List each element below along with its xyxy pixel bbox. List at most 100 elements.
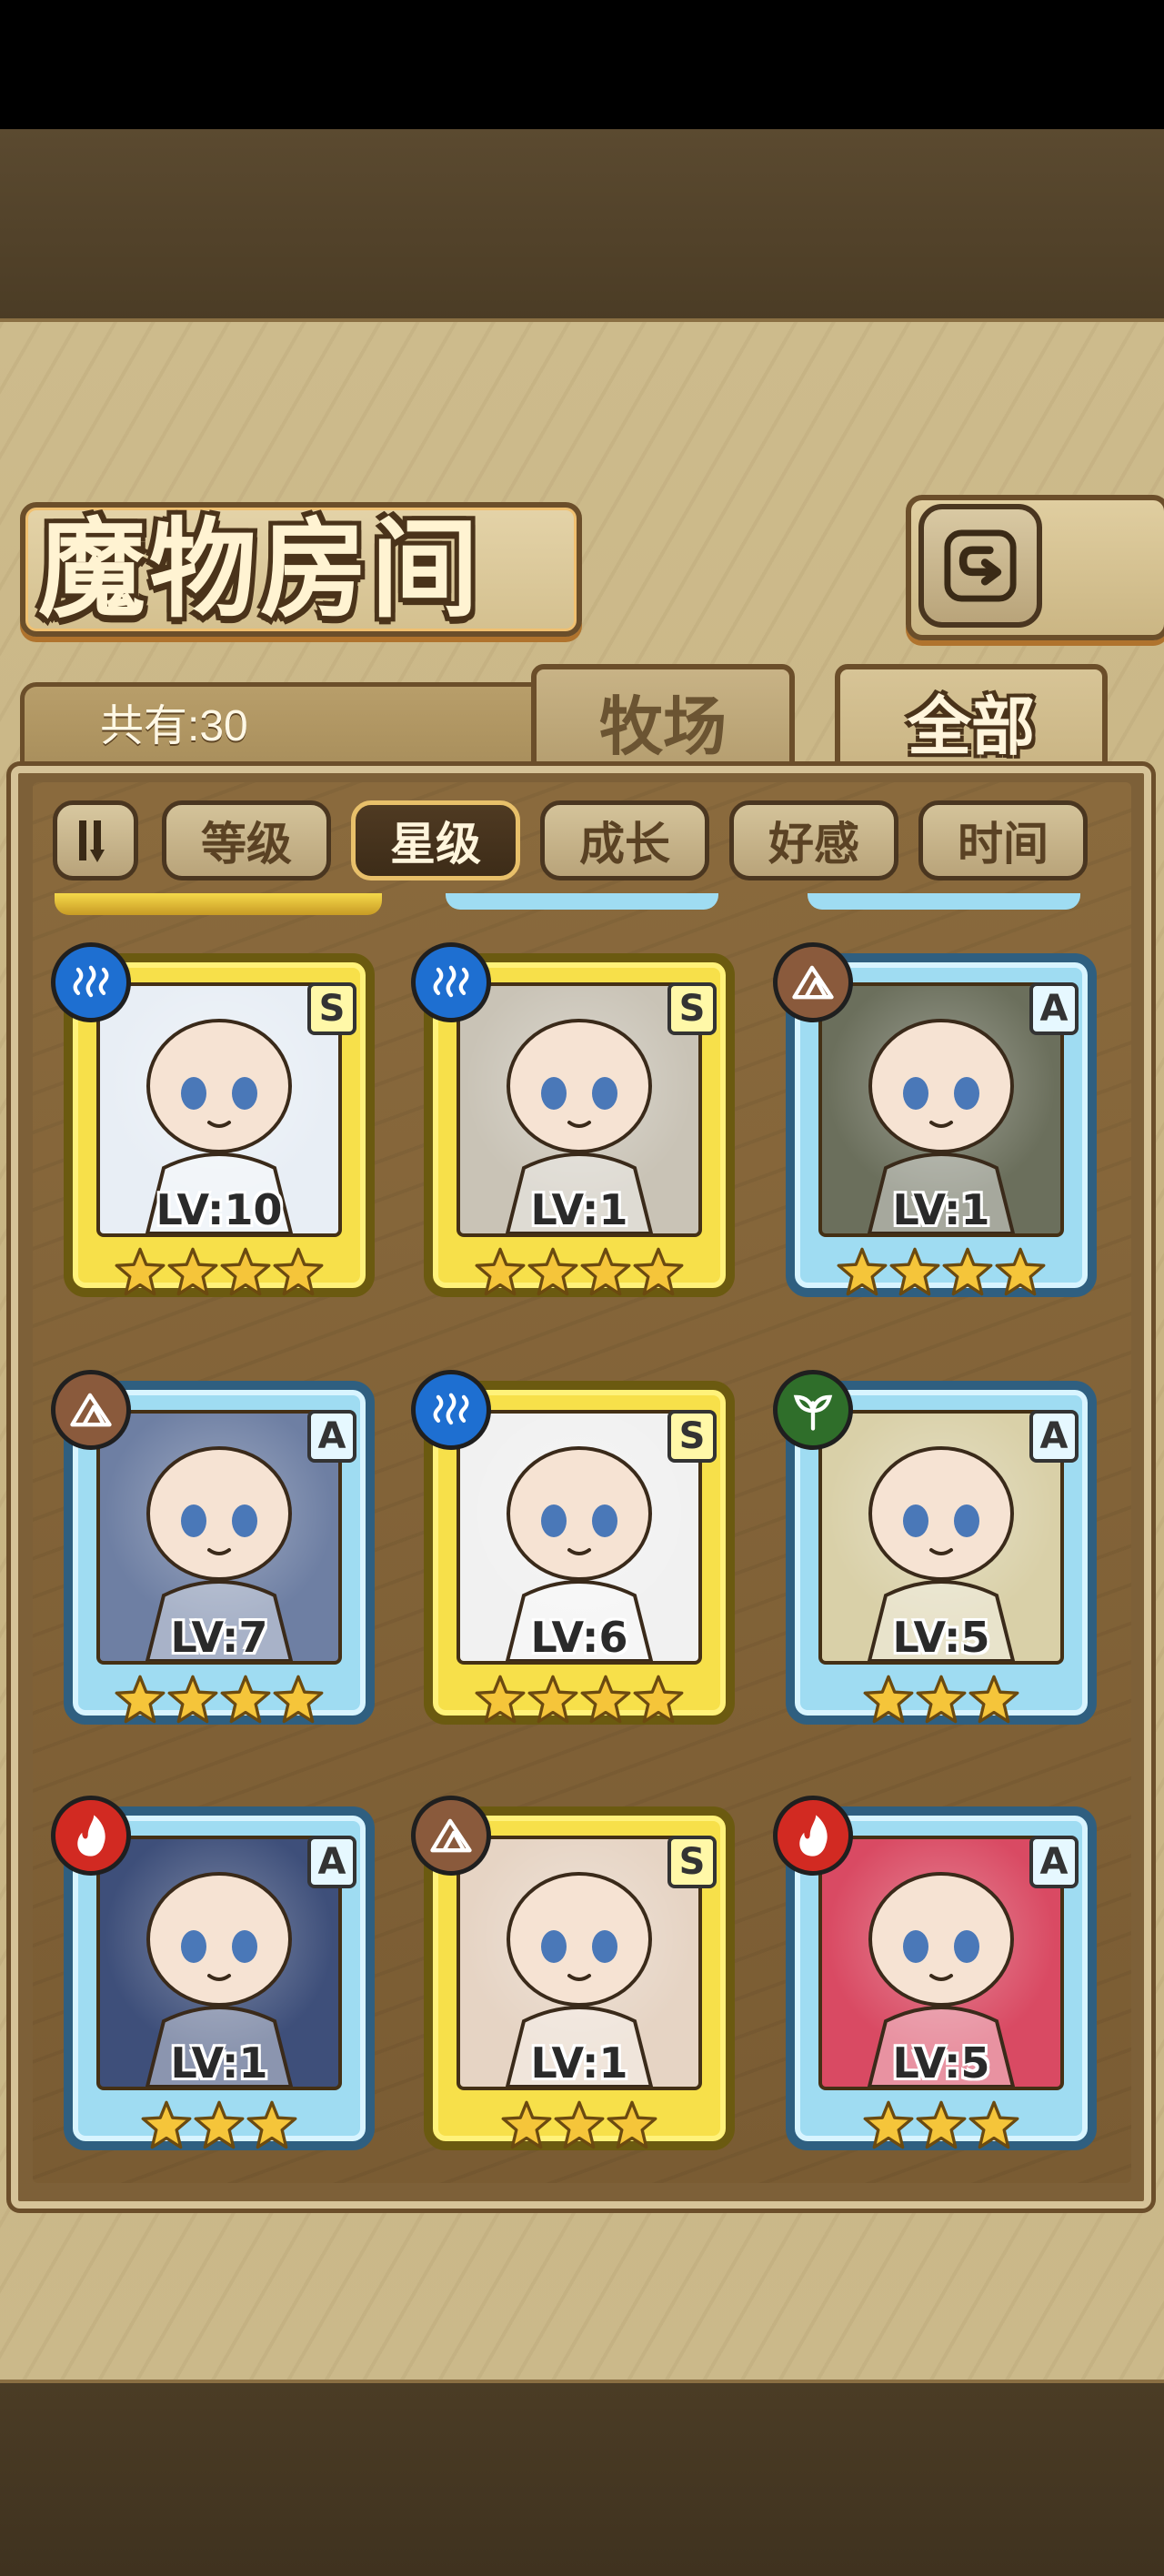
star-icon [580,1675,631,1724]
return-arrow-icon [944,529,1017,602]
star-icon [220,1675,271,1724]
star-icon [475,1675,526,1724]
rank-badge: A [1029,1410,1079,1463]
tab-ranch[interactable]: 牧场 [531,664,795,779]
monster-card[interactable]: LV:1 S [411,1790,738,2172]
collection-count: 共有:30 [100,702,248,750]
rank-badge: A [307,1410,356,1463]
star-icon [115,1675,166,1724]
star-icon [167,1675,218,1724]
star-icon [554,2100,605,2149]
element-badge [773,942,853,1022]
star-icon [220,1247,271,1296]
star-icon [633,1247,684,1296]
star-rating [78,1246,360,1310]
monster-card[interactable]: LV:1 A [773,937,1100,1319]
star-icon [916,2100,967,2149]
sort-by-level-button[interactable]: 等级 [162,800,331,880]
previous-row-card-edge [446,893,718,910]
element-badge [773,1370,853,1450]
rank-badge: S [667,1836,717,1888]
star-icon [273,1247,324,1296]
element-badge [411,942,491,1022]
star-icon [607,2100,657,2149]
rank-badge: S [667,982,717,1035]
star-rating [800,1246,1082,1310]
star-icon [141,2100,192,2149]
star-icon [633,1675,684,1724]
rank-badge: A [307,1836,356,1888]
star-icon [527,1675,578,1724]
monster-card[interactable]: LV:1 A [51,1790,378,2172]
star-icon [194,2100,245,2149]
monster-level: LV:5 [892,1613,990,1662]
rank-badge: A [1029,982,1079,1035]
star-icon [968,1675,1019,1724]
element-badge [773,1796,853,1876]
star-icon [246,2100,297,2149]
rank-badge: A [1029,1836,1079,1888]
star-icon [968,2100,1019,2149]
earth-element-icon [430,1818,472,1853]
background-band-top [0,129,1164,320]
sort-order-toggle-icon [79,820,105,862]
fire-element-icon [77,1815,105,1857]
back-button[interactable] [918,504,1042,628]
element-badge [411,1796,491,1876]
monster-level: LV:1 [530,1185,628,1234]
previous-row-card-edge [808,893,1080,910]
sort-by-affection-button[interactable]: 好感 [729,800,898,880]
star-icon [501,2100,552,2149]
monster-card[interactable]: LV:5 A [773,1790,1100,2172]
star-icon [889,1247,940,1296]
star-rating [438,1674,720,1737]
monster-level: LV:1 [170,2038,268,2088]
rank-badge: S [307,982,356,1035]
sort-by-stars-button[interactable]: 星级 [351,800,520,880]
star-icon [527,1247,578,1296]
star-rating [78,1674,360,1737]
tab-all[interactable]: 全部 [835,664,1108,779]
star-rating [800,2099,1082,2163]
previous-row-card-edge [55,893,382,915]
star-icon [115,1247,166,1296]
element-badge [411,1370,491,1450]
monster-card[interactable]: LV:6 S [411,1364,738,1746]
monster-card[interactable]: LV:7 A [51,1364,378,1746]
monster-level: LV:10 [156,1185,283,1234]
star-icon [580,1247,631,1296]
background-band-bottom [0,2383,1164,2576]
star-icon [916,1675,967,1724]
sort-by-time-button[interactable]: 时间 [918,800,1088,880]
page-title: 魔物房间 [38,506,483,632]
monster-level: LV:1 [530,2038,628,2088]
sort-by-growth-button[interactable]: 成长 [540,800,709,880]
monster-level: LV:1 [892,1185,990,1234]
star-icon [837,1247,888,1296]
water-element-icon [433,1393,469,1425]
monster-level: LV:5 [892,2038,990,2088]
star-rating [800,1674,1082,1737]
element-badge [51,1796,131,1876]
star-icon [863,2100,914,2149]
sort-order-toggle[interactable] [53,800,138,880]
rank-badge: S [667,1410,717,1463]
star-icon [167,1247,218,1296]
star-rating [438,2099,720,2163]
monster-card[interactable]: LV:5 A [773,1364,1100,1746]
water-element-icon [73,965,109,998]
water-element-icon [433,965,469,998]
star-icon [273,1675,324,1724]
element-badge [51,942,131,1022]
star-icon [863,1675,914,1724]
earth-element-icon [70,1393,112,1427]
star-rating [438,1246,720,1310]
monster-card[interactable]: LV:10 S [51,937,378,1319]
status-bar-area [0,0,1164,129]
star-icon [995,1247,1046,1296]
earth-element-icon [792,965,834,1000]
monster-level: LV:7 [170,1613,268,1662]
monster-card[interactable]: LV:1 S [411,937,738,1319]
star-icon [942,1247,993,1296]
fire-element-icon [799,1815,828,1857]
